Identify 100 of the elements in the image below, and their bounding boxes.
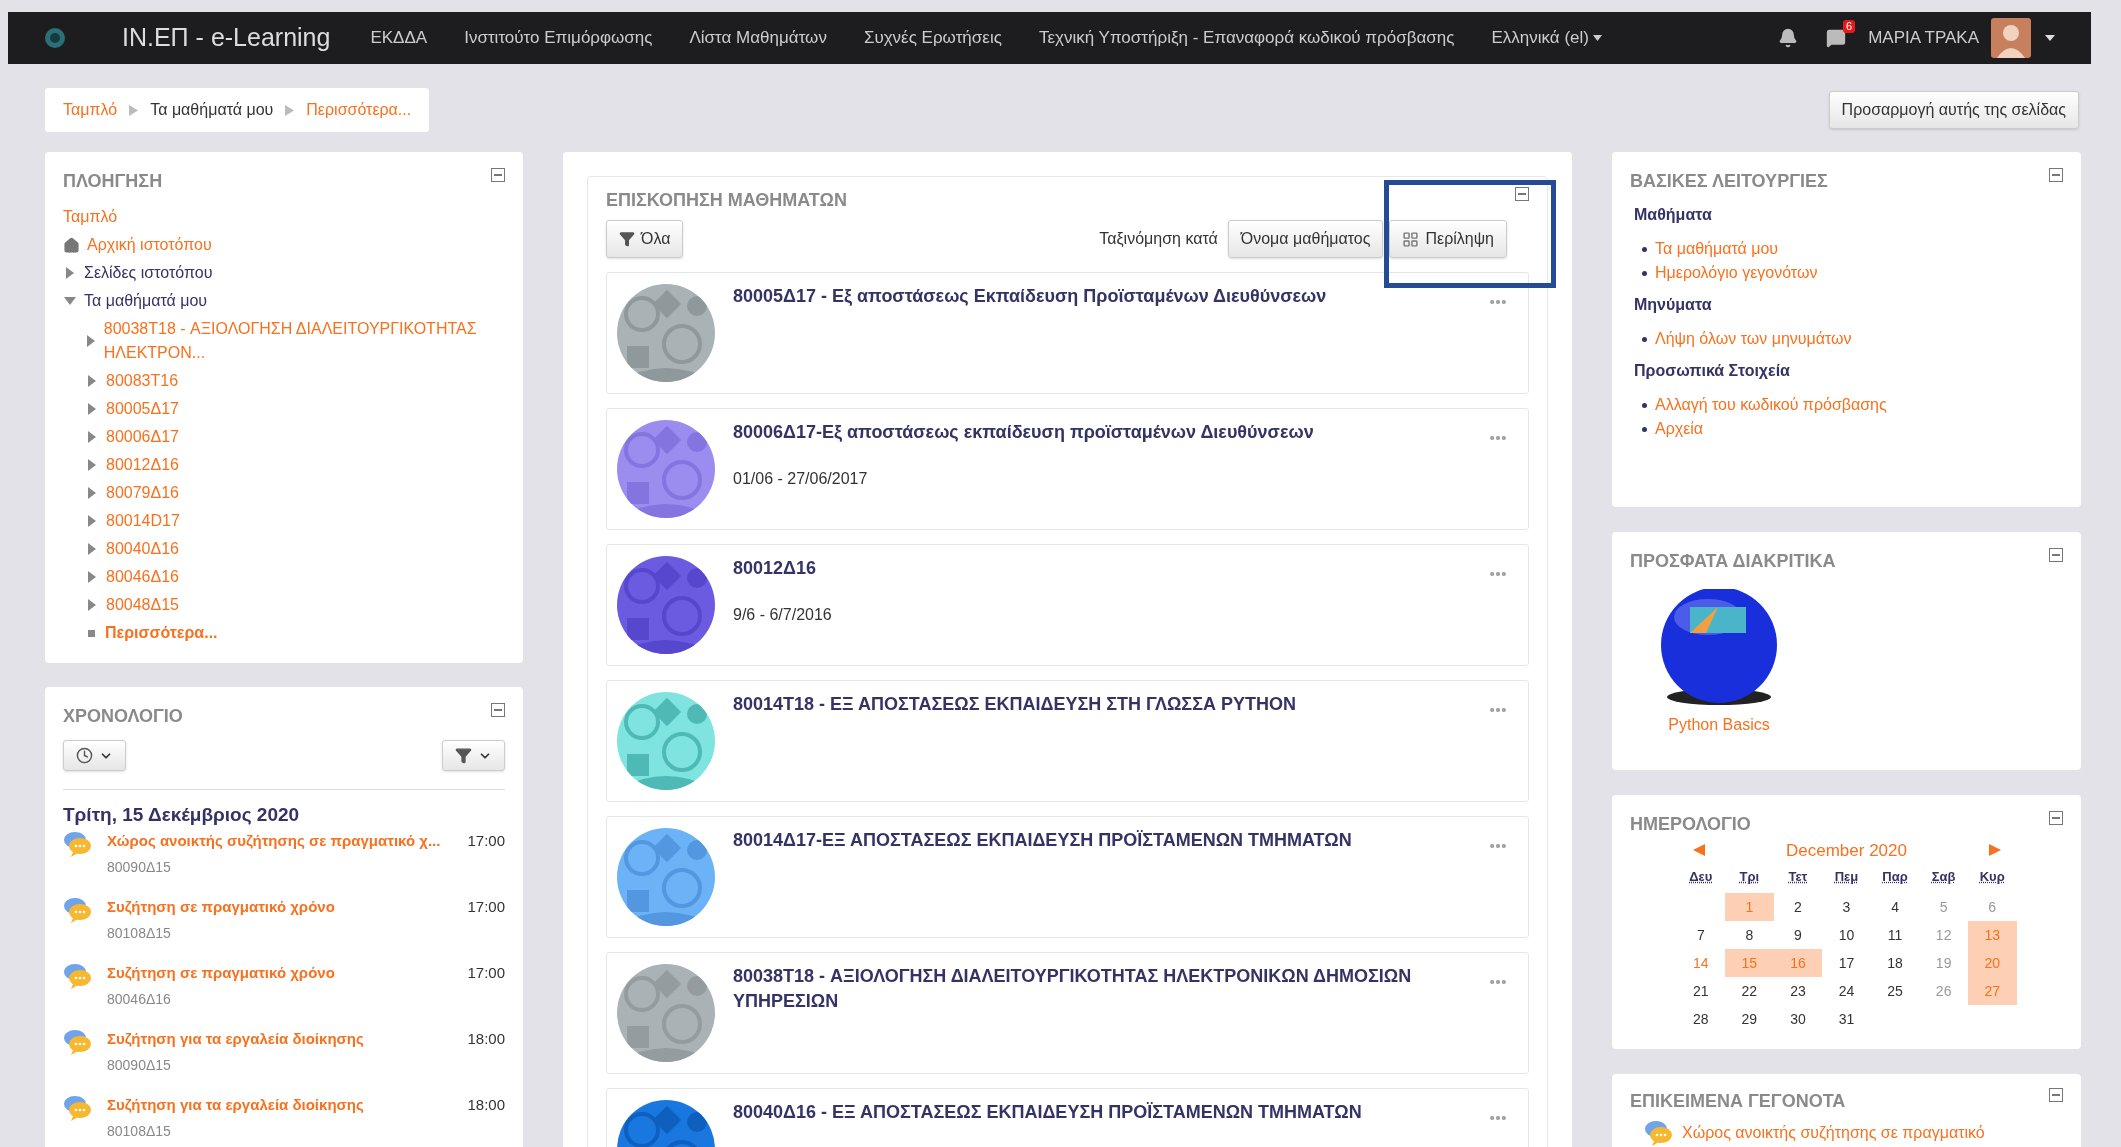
user-name[interactable]: ΜΑΡΙΑ ΤΡΑΚΑ	[1868, 25, 1979, 51]
section-heading: Μαθήματα	[1633, 205, 1713, 225]
collapse-icon[interactable]	[2049, 810, 2063, 825]
messages-icon[interactable]	[1826, 28, 1847, 48]
language-menu[interactable]: Ελληνικά (el)	[1491, 25, 1602, 51]
block-title: ΧΡΟΝΟΛΟΓΙΟ	[63, 705, 183, 728]
collapsed-arrow-icon[interactable]	[88, 403, 96, 415]
view-button[interactable]: Περίληψη	[1389, 220, 1507, 258]
collapsed-arrow-icon[interactable]	[66, 267, 74, 279]
course-title[interactable]: 80040Δ16 - ΕΞ ΑΠΟΣΤΑΣΕΩΣ ΕΚΠΑΙΔΕΥΣΗ ΠΡΟΪΣΤΑΜΕΝΩΝ ΤΜΗΜΑΤΩΝ	[733, 1100, 1470, 1125]
course-title[interactable]: 80005Δ17 - Εξ αποστάσεως Εκπαίδευση Προϊσταμένων Διευθύνσεων	[733, 284, 1470, 309]
site-name[interactable]: ΙΝ.ΕΠ - e-Learning	[122, 19, 331, 57]
calendar-day[interactable]: 23	[1773, 977, 1823, 1005]
course-title[interactable]: 80014Δ17-ΕΞ ΑΠΟΣΤΑΣΕΩΣ ΕΚΠΑΙΔΕΥΣΗ ΠΡΟΪΣΤΑΜΕΝΩΝ ΤΜΗΜΑΤΩΝ	[733, 828, 1470, 853]
section-heading: Προσωπικά Στοιχεία	[1633, 361, 1791, 381]
collapsed-arrow-icon[interactable]	[88, 459, 96, 471]
filter-button[interactable]: Όλα	[606, 220, 684, 258]
breadcrumb-link[interactable]: Τα μαθήματά μου	[150, 98, 274, 122]
sort-dropdown[interactable]	[63, 740, 126, 771]
calendar-day[interactable]: 28	[1676, 1005, 1726, 1033]
course-card[interactable]: 80006Δ17-Εξ αποστάσεως εκπαίδευση προϊσταμένων Διευθύνσεων 01/06 - 27/06/2017	[606, 408, 1529, 530]
calendar-day[interactable]: 10	[1822, 921, 1871, 949]
menu-link[interactable]: Συχνές Ερωτήσεις	[863, 25, 1002, 51]
calendar-day[interactable]: 11	[1870, 921, 1920, 949]
block-title: ΒΑΣΙΚΕΣ ΛΕΙΤΟΥΡΓΙΕΣ	[1630, 170, 1828, 193]
collapse-icon[interactable]	[2049, 1088, 2063, 1102]
collapsed-arrow-icon[interactable]	[88, 487, 96, 499]
previous-month-icon[interactable]	[1692, 844, 1705, 857]
course-card[interactable]: 80014T18 - ΕΞ ΑΠΟΣΤΑΣΕΩΣ ΕΚΠΑΙΔΕΥΣΗ ΣΤΗ ΓΛΩΣΣΑ PYTHON	[606, 680, 1529, 802]
menu-link[interactable]: ΕΚΔΔΑ	[370, 25, 428, 51]
menu-link[interactable]: Ινστιτούτο Επιμόρφωσης	[464, 25, 653, 51]
calendar-day[interactable]: 7	[1676, 921, 1726, 949]
weekday-label: Τετ	[1787, 868, 1809, 886]
calendar-day[interactable]: 4	[1870, 893, 1920, 921]
calendar-day[interactable]: 22	[1725, 977, 1774, 1005]
block-title: ΗΜΕΡΟΛΟΓΙΟ	[1630, 812, 1751, 836]
caret-icon[interactable]	[2045, 35, 2055, 41]
bullet-icon	[1642, 426, 1647, 432]
weekday-label: Δευ	[1688, 868, 1714, 886]
course-dates: 9/6 - 6/7/2016	[733, 605, 833, 625]
event-time: 18:00	[467, 1029, 505, 1049]
calendar-day[interactable]: 24	[1822, 977, 1871, 1005]
sort-button[interactable]: Όνομα μαθήματος	[1227, 220, 1384, 258]
filter-dropdown[interactable]	[442, 740, 505, 771]
collapsed-arrow-icon[interactable]	[88, 375, 96, 387]
weekday-label: Πεμ	[1833, 868, 1860, 886]
nav-link[interactable]: Τα μαθήματά μου	[84, 289, 208, 313]
user-avatar[interactable]	[1991, 18, 2031, 58]
calendar-day[interactable]: 18	[1870, 949, 1920, 977]
calendar-day[interactable]: 31	[1822, 1005, 1871, 1033]
block-title: ΕΠΙΣΚΟΠΗΣΗ ΜΑΘΗΜΑΤΩΝ	[606, 189, 847, 212]
collapsed-arrow-icon[interactable]	[88, 515, 96, 527]
course-card[interactable]: 80012Δ16 9/6 - 6/7/2016	[606, 544, 1529, 666]
collapsed-arrow-icon[interactable]	[86, 335, 95, 347]
nav-link[interactable]: Σελίδες ιστοτόπου	[84, 261, 213, 285]
block-title: ΠΛΟΗΓΗΣΗ	[63, 170, 163, 193]
customize-page-button[interactable]: Προσαρμογή αυτής της σελίδας	[1828, 91, 2079, 129]
calendar-day[interactable]: 2	[1773, 893, 1823, 921]
collapsed-arrow-icon[interactable]	[88, 543, 96, 555]
event-time: 17:00	[467, 897, 505, 917]
collapse-icon[interactable]	[1515, 187, 1529, 201]
calendar-day[interactable]: 8	[1725, 921, 1774, 949]
collapse-icon[interactable]	[2049, 168, 2063, 182]
caret-icon	[1592, 35, 1602, 41]
block-title: ΠΡΟΣΦΑΤΑ ΔΙΑΚΡΙΤΙΚΑ	[1630, 550, 1836, 574]
calendar-day[interactable]: 29	[1725, 1005, 1774, 1033]
bullet-icon	[88, 629, 95, 637]
calendar-day[interactable]: 9	[1773, 921, 1823, 949]
course-title[interactable]: 80012Δ16	[733, 556, 1470, 581]
course-card[interactable]: 80005Δ17 - Εξ αποστάσεως Εκπαίδευση Προϊσταμένων Διευθύνσεων	[606, 272, 1529, 394]
expanded-arrow-icon[interactable]	[64, 297, 76, 305]
course-title[interactable]: 80038T18 - ΑΞΙΟΛΟΓΗΣΗ ΔΙΑΛΕΙΤΟΥΡΓΙΚΟΤΗΤΑΣ ΗΛΕΚΤΡΟΝΙΚΩΝ ΔΗΜΟΣΙΩΝ ΥΠΗΡΕΣΙΩΝ	[733, 964, 1470, 1014]
collapse-icon[interactable]	[491, 168, 505, 182]
calendar-day[interactable]: 3	[1822, 893, 1871, 921]
bullet-icon	[1642, 336, 1647, 342]
collapsed-arrow-icon[interactable]	[88, 599, 96, 611]
course-title[interactable]: 80006Δ17-Εξ αποστάσεως εκπαίδευση προϊσταμένων Διευθύνσεων	[733, 420, 1470, 445]
grid-icon	[1402, 230, 1420, 248]
notification-bell-icon[interactable]	[1778, 28, 1799, 48]
clock-icon	[76, 747, 93, 764]
course-card[interactable]: 80038T18 - ΑΞΙΟΛΟΓΗΣΗ ΔΙΑΛΕΙΤΟΥΡΓΙΚΟΤΗΤΑΣ ΗΛΕΚΤΡΟΝΙΚΩΝ ΔΗΜΟΣΙΩΝ ΥΠΗΡΕΣΙΩΝ	[606, 952, 1529, 1074]
course-title[interactable]: 80014T18 - ΕΞ ΑΠΟΣΤΑΣΕΩΣ ΕΚΠΑΙΔΕΥΣΗ ΣΤΗ ΓΛΩΣΣΑ PYTHON	[733, 692, 1470, 717]
chat-bubbles-icon	[63, 962, 93, 990]
menu-link[interactable]: Τεχνική Υποστήριξη - Επαναφορά κωδικού πρόσβασης	[1038, 25, 1455, 51]
collapsed-arrow-icon[interactable]	[88, 431, 96, 443]
course-card[interactable]: 80014Δ17-ΕΞ ΑΠΟΣΤΑΣΕΩΣ ΕΚΠΑΙΔΕΥΣΗ ΠΡΟΪΣΤΑΜΕΝΩΝ ΤΜΗΜΑΤΩΝ	[606, 816, 1529, 938]
badge-icon[interactable]	[1658, 589, 1780, 708]
section-heading: Μηνύματα	[1633, 295, 1713, 315]
event-time: 18:00	[467, 1095, 505, 1115]
calendar-day[interactable]: 25	[1870, 977, 1920, 1005]
menu-link[interactable]: Λίστα Μαθημάτων	[689, 25, 827, 51]
calendar-day[interactable]: 17	[1822, 949, 1871, 977]
course-card[interactable]: 80040Δ16 - ΕΞ ΑΠΟΣΤΑΣΕΩΣ ΕΚΠΑΙΔΕΥΣΗ ΠΡΟΪΣΤΑΜΕΝΩΝ ΤΜΗΜΑΤΩΝ	[606, 1088, 1529, 1147]
calendar-day[interactable]: 30	[1773, 1005, 1823, 1033]
calendar-day[interactable]: 21	[1676, 977, 1726, 1005]
next-month-icon[interactable]	[1988, 844, 2001, 857]
collapse-icon[interactable]	[2049, 548, 2063, 563]
collapsed-arrow-icon[interactable]	[88, 571, 96, 583]
collapse-icon[interactable]	[491, 703, 505, 717]
course-code: 80046Δ16	[107, 989, 172, 1009]
